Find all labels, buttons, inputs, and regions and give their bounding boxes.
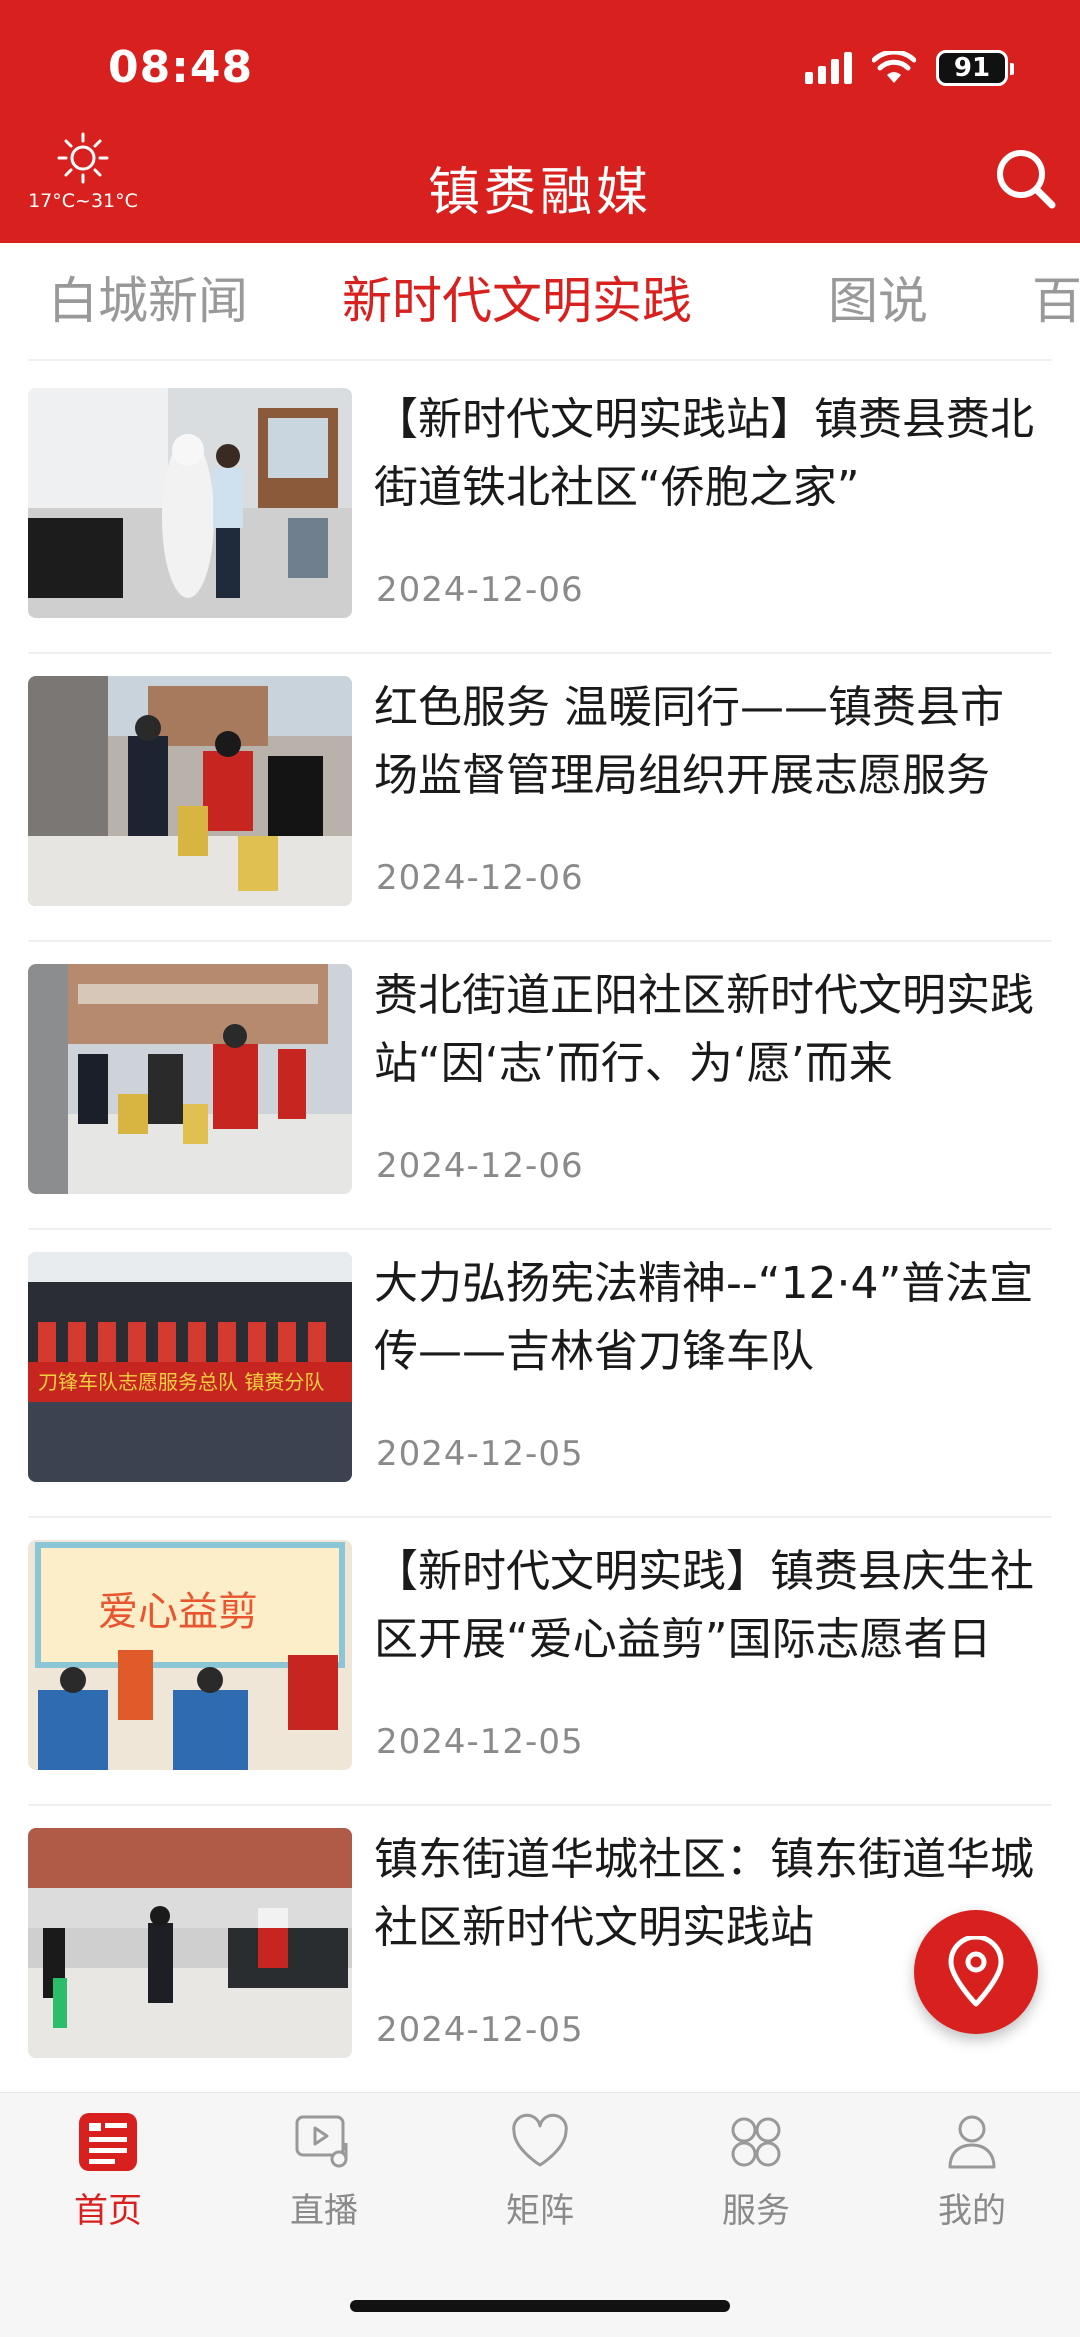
news-date: 2024-12-06: [376, 858, 584, 898]
nav-label: 首页: [74, 2191, 142, 2231]
news-title: 大力弘扬宪法精神--“12·4”普法宣传——吉林省刀锋车队: [374, 1258, 1034, 1377]
news-title: 赉北街道正阳社区新时代文明实践站“因‘志’而行、为‘愿’而来: [374, 970, 1034, 1089]
nav-label: 我的: [938, 2191, 1006, 2231]
news-item[interactable]: 爱心益剪 【新时代文明实践】镇赉县庆生社区开展“爱心益剪”国际志愿者日 2024…: [0, 1514, 1080, 1806]
live-icon: [295, 2115, 348, 2168]
home-indicator[interactable]: [350, 2300, 730, 2312]
tab-civilization-practice[interactable]: 新时代文明实践: [342, 261, 692, 333]
news-item[interactable]: 【新时代文明实践站】镇赉县赉北街道铁北社区“侨胞之家” 2024-12-06: [0, 362, 1080, 654]
news-item[interactable]: 刀锋车队志愿服务总队 镇赉分队 大力弘扬宪法精神--“12·4”普法宣传——吉林…: [0, 1226, 1080, 1518]
news-thumbnail: [28, 964, 352, 1194]
services-icon: [731, 2117, 781, 2167]
location-button[interactable]: [914, 1910, 1038, 2034]
tab-baicheng-news[interactable]: 白城新闻: [48, 261, 248, 333]
tab-more[interactable]: 百: [1032, 261, 1080, 333]
cellular-signal-icon: [805, 52, 852, 84]
news-date: 2024-12-06: [376, 570, 584, 610]
news-thumbnail: [28, 388, 352, 618]
news-thumbnail: 刀锋车队志愿服务总队 镇赉分队: [28, 1252, 352, 1482]
status-time: 08:48: [108, 42, 254, 93]
news-icon: [79, 2113, 137, 2171]
nav-profile[interactable]: 我的: [864, 2111, 1080, 2232]
nav-live[interactable]: 直播: [216, 2111, 432, 2232]
profile-icon: [948, 2115, 996, 2169]
banner-text: 刀锋车队志愿服务总队 镇赉分队: [38, 1370, 324, 1394]
news-title: 【新时代文明实践站】镇赉县赉北街道铁北社区“侨胞之家”: [374, 394, 1034, 513]
news-title: 红色服务 温暖同行——镇赉县市场监督管理局组织开展志愿服务: [374, 682, 1004, 801]
news-thumbnail: [28, 676, 352, 906]
app-title: 镇赉融媒: [427, 163, 652, 223]
location-pin-icon: [948, 1936, 1004, 2007]
news-title: 【新时代文明实践】镇赉县庆生社区开展“爱心益剪”国际志愿者日: [374, 1546, 1034, 1665]
news-date: 2024-12-05: [376, 1434, 584, 1474]
nav-matrix[interactable]: 矩阵: [432, 2111, 648, 2232]
news-item[interactable]: 镇东街道华城社区：镇东街道华城社区新时代文明实践站 2024-12-05: [0, 1802, 1080, 2090]
tab-photo-story[interactable]: 图说: [828, 261, 928, 333]
divider: [28, 359, 1052, 361]
banner-text: 爱心益剪: [98, 1589, 258, 1635]
news-date: 2024-12-05: [376, 1722, 584, 1762]
nav-home[interactable]: 首页: [0, 2111, 216, 2232]
nav-label: 直播: [290, 2191, 358, 2231]
battery-indicator: 91: [936, 50, 1014, 86]
heart-icon: [512, 2113, 568, 2167]
status-bar: 08:48 91: [0, 0, 1080, 140]
news-thumbnail: [28, 1828, 352, 2058]
nav-label: 矩阵: [506, 2191, 574, 2231]
app-header: 08:48 91 17°C~31°C 镇赉融媒: [0, 0, 1080, 243]
news-item[interactable]: 赉北街道正阳社区新时代文明实践站“因‘志’而行、为‘愿’而来 2024-12-0…: [0, 938, 1080, 1230]
wifi-icon: [872, 51, 916, 83]
news-thumbnail: 爱心益剪: [28, 1540, 352, 1770]
news-date: 2024-12-05: [376, 2010, 584, 2050]
status-icons: 91: [805, 50, 1014, 86]
nav-label: 服务: [722, 2191, 790, 2231]
news-item[interactable]: 红色服务 温暖同行——镇赉县市场监督管理局组织开展志愿服务 2024-12-06: [0, 650, 1080, 942]
channel-tabs: 白城新闻 新时代文明实践 图说 百: [0, 243, 1080, 358]
nav-services[interactable]: 服务: [648, 2111, 864, 2232]
search-icon[interactable]: [992, 145, 1058, 211]
news-date: 2024-12-06: [376, 1146, 584, 1186]
